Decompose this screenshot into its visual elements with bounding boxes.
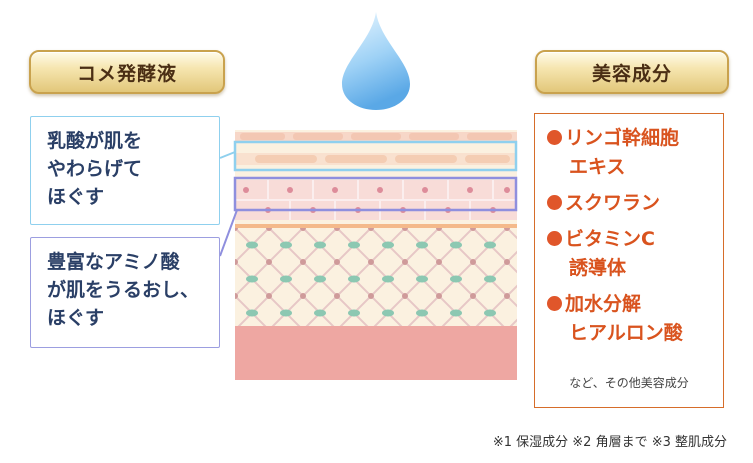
other-ingredients-note: など、その他美容成分 [569,376,689,390]
ingredient-label-cont: 誘導体 [569,257,627,279]
beauty-ingredients-label: 美容成分 [535,50,729,94]
water-droplet-icon [342,12,410,110]
rice-ferment-label: コメ発酵液 [29,50,225,94]
ingredient-item: ビタミンC 誘導体 [547,225,711,283]
ingredient-item: リンゴ幹細胞 エキス [547,124,711,182]
layer-separator [235,224,517,228]
ingredient-item: 加水分解 ヒアルロン酸 [547,290,711,348]
connector-line-1 [219,151,236,159]
ingredient-item: スクワラン [547,189,711,218]
subcutaneous-layer [235,326,517,380]
ingredients-box: リンゴ幹細胞 エキス スクワラン ビタミンC 誘導体 加水分解 ヒアルロン酸 な… [534,113,724,408]
footnote: ※1 保湿成分 ※2 角層まで ※3 整肌成分 [492,435,727,450]
callout-line: ほぐす [47,186,105,208]
ingredient-label: ビタミンC [565,228,655,250]
ingredient-label-cont: エキス [569,156,626,178]
bullet-dot-icon [547,296,562,311]
callout-line: が肌をうるおし、 [47,279,200,301]
callout-line: 豊富なアミノ酸 [47,251,180,273]
connector-line-2 [219,209,238,257]
bullet-dot-icon [547,231,562,246]
bullet-dot-icon [547,195,562,210]
ingredient-label: スクワラン [565,192,661,214]
dermis-layer [235,228,517,326]
cell-layer [235,180,517,220]
callout-amino-acid: 豊富なアミノ酸 が肌をうるおし、 ほぐす [30,237,220,348]
ingredient-label: リンゴ幹細胞 [565,127,680,149]
ingredient-label-cont: ヒアルロン酸 [569,322,683,344]
callout-lactic-acid: 乳酸が肌を やわらげて ほぐす [30,116,220,225]
callout-line: やわらげて [47,158,143,180]
callout-line: ほぐす [47,307,105,329]
ingredient-label: 加水分解 [565,293,642,315]
bullet-dot-icon [547,130,562,145]
callout-line: 乳酸が肌を [47,130,143,152]
